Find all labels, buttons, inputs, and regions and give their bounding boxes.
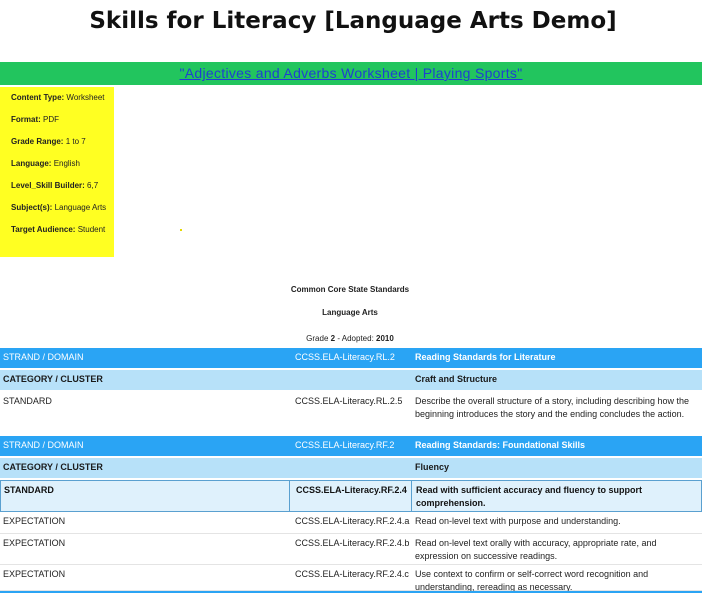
standard-description: Read on-level text with purpose and unde…: [415, 516, 621, 526]
standard-description: Reading Standards: Foundational Skills: [415, 440, 586, 450]
table-row: STRAND / DOMAIN CCSS.ELA-Literacy.RF.2 R…: [0, 436, 702, 456]
standard-description: Read on-level text orally with accuracy,…: [415, 538, 657, 561]
metadata-label: Format:: [11, 115, 41, 124]
row-type-label: STANDARD: [3, 396, 52, 406]
standard-code: CCSS.ELA-Literacy.RF.2: [295, 440, 395, 450]
metadata-row: Language: English: [11, 159, 80, 168]
standard-code: CCSS.ELA-Literacy.RF.2.4: [296, 485, 407, 495]
metadata-label: Subject(s):: [11, 203, 53, 212]
table-row: STRAND / DOMAIN CCSS.ELA-Literacy.RL.2 R…: [0, 348, 702, 368]
metadata-label: Level_Skill Builder:: [11, 181, 85, 190]
bottom-divider: [0, 591, 702, 593]
metadata-value: PDF: [43, 115, 60, 124]
table-row: STANDARD CCSS.ELA-Literacy.RF.2.4 Read w…: [0, 480, 702, 512]
table-row: STANDARD CCSS.ELA-Literacy.RL.2.5 Descri…: [0, 392, 702, 436]
metadata-value: Language Arts: [54, 203, 107, 212]
metadata-value: 1 to 7: [65, 137, 86, 146]
metadata-row: Level_Skill Builder: 6,7: [11, 181, 98, 190]
metadata-value: English: [53, 159, 80, 168]
metadata-panel: Content Type: Worksheet Format: PDF Grad…: [0, 87, 114, 257]
row-type-label: EXPECTATION: [3, 569, 66, 579]
metadata-row: Format: PDF: [11, 115, 59, 124]
metadata-label: Grade Range:: [11, 137, 64, 146]
standard-code: CCSS.ELA-Literacy.RF.2.4.b: [295, 538, 410, 548]
standard-description: Fluency: [415, 462, 450, 472]
standard-code: CCSS.ELA-Literacy.RF.2.4.a: [295, 516, 410, 526]
table-row: EXPECTATION CCSS.ELA-Literacy.RF.2.4.a R…: [0, 512, 702, 534]
standards-grade: Grade 2 - Adopted: 2010: [306, 334, 394, 343]
row-type-label: CATEGORY / CLUSTER: [3, 374, 103, 384]
row-type-label: STANDARD: [4, 485, 54, 495]
standards-heading: Common Core State Standards: [290, 285, 410, 294]
standard-description: Craft and Structure: [415, 374, 498, 384]
metadata-label: Target Audience:: [11, 225, 76, 234]
row-type-label: STRAND / DOMAIN: [3, 440, 84, 450]
resource-title-bar: "Adjectives and Adverbs Worksheet | Play…: [0, 62, 702, 85]
row-type-label: CATEGORY / CLUSTER: [3, 462, 103, 472]
metadata-row: Content Type: Worksheet: [11, 93, 105, 102]
standard-description: Describe the overall structure of a stor…: [415, 396, 689, 419]
standards-subject: Language Arts: [322, 308, 378, 317]
metadata-value: Worksheet: [66, 93, 105, 102]
metadata-value: Student: [77, 225, 106, 234]
stray-mark: [180, 229, 182, 231]
resource-link[interactable]: "Adjectives and Adverbs Worksheet | Play…: [179, 65, 522, 81]
metadata-label: Content Type:: [11, 93, 65, 102]
table-row: EXPECTATION CCSS.ELA-Literacy.RF.2.4.b R…: [0, 534, 702, 565]
standard-description: Read with sufficient accuracy and fluenc…: [416, 485, 643, 508]
standard-code: CCSS.ELA-Literacy.RL.2: [295, 352, 395, 362]
standard-code: CCSS.ELA-Literacy.RL.2.5: [295, 396, 403, 406]
standard-code: CCSS.ELA-Literacy.RF.2.4.c: [295, 569, 409, 579]
metadata-row: Subject(s): Language Arts: [11, 203, 106, 212]
row-type-label: EXPECTATION: [3, 516, 66, 526]
row-type-label: STRAND / DOMAIN: [3, 352, 84, 362]
table-row: EXPECTATION CCSS.ELA-Literacy.RF.2.4.c U…: [0, 565, 702, 592]
metadata-value: 6,7: [87, 181, 99, 190]
row-type-label: EXPECTATION: [3, 538, 66, 548]
standard-description: Reading Standards for Literature: [415, 352, 556, 362]
metadata-label: Language:: [11, 159, 52, 168]
page-title: Skills for Literacy [Language Arts Demo]: [89, 8, 617, 34]
table-row: CATEGORY / CLUSTER Fluency: [0, 458, 702, 478]
metadata-row: Grade Range: 1 to 7: [11, 137, 86, 146]
table-row: CATEGORY / CLUSTER Craft and Structure: [0, 370, 702, 390]
metadata-row: Target Audience: Student: [11, 225, 105, 234]
